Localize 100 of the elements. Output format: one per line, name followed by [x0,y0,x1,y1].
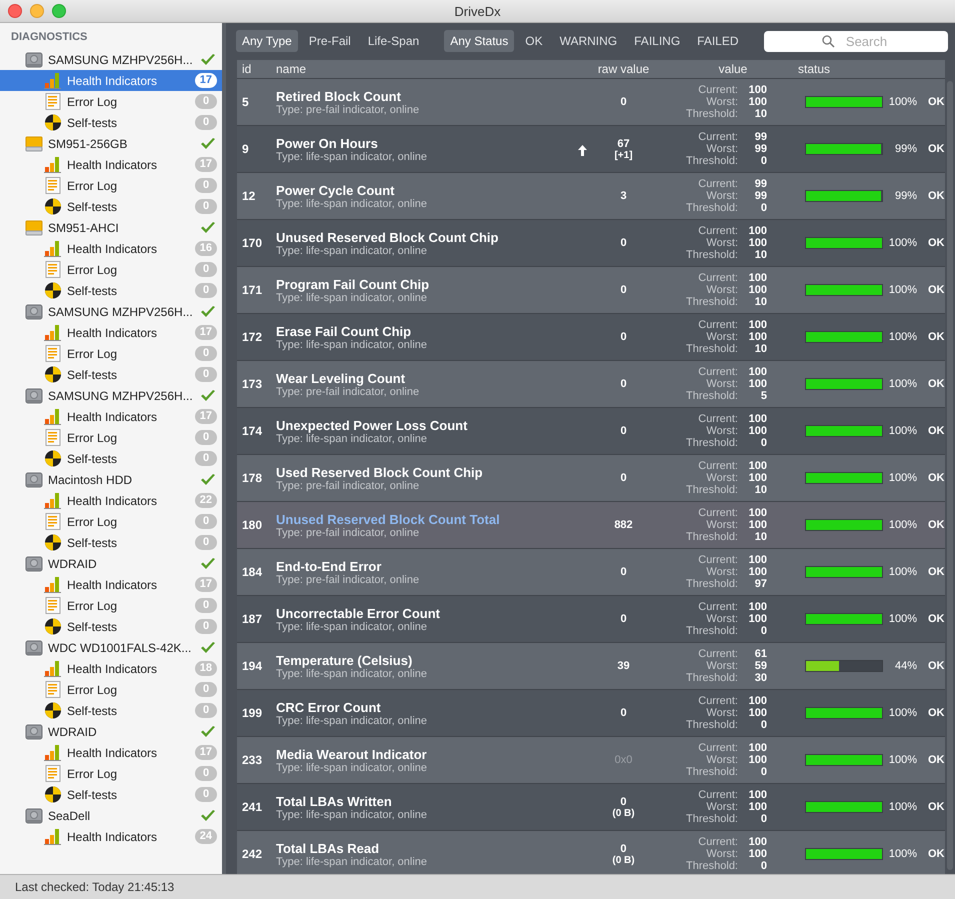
attribute-name: Total LBAs Written [276,794,393,808]
status-text: OK [928,519,944,531]
table-row[interactable]: 170 Unused Reserved Block Count Chip Type: life-span indicator, online 0 Current: 100 Worst: 100 Threshold: 10 100% OK [237,219,945,266]
sidebar-item[interactable]: Self-tests 0 [0,112,222,133]
sidebar-item[interactable]: Error Log 0 [0,259,222,280]
sidebar-item[interactable]: Health Indicators 22 [0,490,222,511]
attribute-name: Media Wearout Indicator [276,746,428,762]
sidebar-item[interactable]: Health Indicators 17 [0,574,222,595]
document-icon [44,513,62,530]
document-icon [44,177,62,194]
sidebar-item[interactable]: Error Log 0 [0,91,222,112]
drive-name[interactable]: SAMSUNG MZHPV256H... [48,52,200,66]
table-row[interactable]: 199 CRC Error Count Type: life-span indicator, online 0 Current: 100 Worst: 100 Threshold: 0 100% OK [237,689,945,736]
attribute-name: Wear Leveling Count [276,370,406,386]
sidebar-item[interactable]: Self-tests 0 [0,364,222,385]
table-row[interactable]: 241 Total LBAs Written Type: life-span indicator, online 0 (0 B) Current: 100 Worst: 100 Threshold: 0 100% OK [237,783,945,830]
document-icon [44,345,62,362]
column-header[interactable]: status [794,62,945,76]
zoom-button[interactable] [52,4,66,18]
value-number: 61 [754,648,767,660]
status-text: OK [928,707,944,719]
sidebar-item[interactable]: Health Indicators 18 [0,658,222,679]
sidebar-item[interactable]: Health Indicators 17 [0,322,222,343]
sidebar-item[interactable]: Self-tests 0 [0,616,222,637]
sidebar-item[interactable]: Health Indicators 16 [0,238,222,259]
raw-value: 3 [620,190,627,202]
attribute-name: Unused Reserved Block Count Chip [276,230,500,244]
sidebar-item[interactable]: Health Indicators 17 [0,742,222,763]
search-field[interactable]: Search [764,30,948,52]
test-target-icon [44,534,62,551]
value-number: 100 [748,425,767,437]
table-row[interactable]: 5 Retired Block Count Type: pre-fail indicator, online 0 Current: 100 Worst: 100 Threshold: 10 100% OK [237,78,945,125]
drive-name[interactable]: SM951-AHCI [48,220,200,234]
document-icon [44,681,62,698]
sidebar-item[interactable]: Error Log 0 [0,343,222,364]
attribute-type: Type: life-span indicator, online [276,244,428,256]
column-header[interactable]: name [270,62,575,76]
value-number: 10 [754,343,767,355]
value-number: 100 [748,801,767,813]
sidebar-item[interactable]: Error Log 0 [0,427,222,448]
table-row[interactable]: 9 Power On Hours Type: life-span indicator, online 67 [+1] Current: 99 Worst: 99 Threshold: 0 99% OK [237,125,945,172]
bar-chart-icon [44,156,62,173]
count-badge: 0 [195,262,217,277]
table-row[interactable]: 173 Wear Leveling Count Type: pre-fail indicator, online 0 Current: 100 Worst: 100 Threshold: 5 100% OK [237,360,945,407]
count-badge: 17 [194,577,217,592]
attribute-id: 199 [241,706,264,720]
value-label: Current: [697,225,738,237]
sidebar-item[interactable]: Error Log 0 [0,595,222,616]
table-row[interactable]: 187 Uncorrectable Error Count Type: life-span indicator, online 0 Current: 100 Worst: 100 Threshold: 0 100% OK [237,595,945,642]
count-badge: 0 [195,430,217,445]
sidebar-item[interactable]: Self-tests 0 [0,532,222,553]
drive-name[interactable]: WDRAID [48,724,200,738]
value-number: 0 [760,437,767,449]
sidebar-item[interactable]: Health Indicators 24 [0,826,222,847]
table-row[interactable]: 172 Erase Fail Count Chip Type: life-span indicator, online 0 Current: 100 Worst: 100 Threshold: 10 100% OK [237,313,945,360]
drive-name[interactable]: Macintosh HDD [48,472,200,486]
count-badge: 0 [195,619,217,634]
close-button[interactable] [8,4,22,18]
drive-name[interactable]: SAMSUNG MZHPV256H... [48,388,200,402]
sidebar-item[interactable]: Health Indicators 17 [0,406,222,427]
drive-name[interactable]: WDRAID [48,556,200,570]
status-filter-button[interactable]: FAILED [691,30,745,52]
sidebar-item[interactable]: Health Indicators 17 [0,154,222,175]
drive-name[interactable]: WDC WD1001FALS-42K... [48,640,200,654]
sidebar-item[interactable]: Self-tests 0 [0,448,222,469]
table-row[interactable]: 12 Power Cycle Count Type: life-span indicator, online 3 Current: 99 Worst: 99 Threshold: 0 99% OK [237,172,945,219]
attribute-id: 174 [241,424,264,438]
sidebar-item[interactable]: Self-tests 0 [0,280,222,301]
sidebar-item[interactable]: Error Log 0 [0,679,222,700]
table-row[interactable]: 233 Media Wearout Indicator Type: life-span indicator, online 0x0 Current: 100 Worst: 100 Threshold: 0 100% OK [237,736,945,783]
sidebar-item[interactable]: Error Log 0 [0,511,222,532]
sidebar-item[interactable]: Error Log 0 [0,763,222,784]
sidebar-item[interactable]: Self-tests 0 [0,196,222,217]
value-label: Threshold: [685,155,738,167]
type-filter-button[interactable]: Any Type [236,30,298,52]
sidebar-item[interactable]: Error Log 0 [0,175,222,196]
table-row[interactable]: 194 Temperature (Celsius) Type: life-span indicator, online 39 Current: 61 Worst: 59 Threshold: 30 44% OK [237,642,945,689]
sidebar-item[interactable]: Health Indicators 17 [0,70,222,91]
table-row[interactable]: 242 Total LBAs Read Type: life-span indicator, online 0 (0 B) Current: 100 Worst: 100 Threshold: 0 100% OK [237,830,945,874]
table-row[interactable]: 178 Used Reserved Block Count Chip Type: pre-fail indicator, online 0 Current: 100 Worst: 100 Threshold: 10 100% OK [237,454,945,501]
sidebar-item[interactable]: Self-tests 0 [0,784,222,805]
table-row[interactable]: 184 End-to-End Error Type: pre-fail indicator, online 0 Current: 100 Worst: 100 Threshold: 97 100% OK [237,548,945,595]
status-filter-button[interactable]: FAILING [628,30,686,52]
type-filter-button[interactable]: Pre-Fail [302,30,357,52]
table-row[interactable]: 174 Unexpected Power Loss Count Type: life-span indicator, online 0 Current: 100 Worst: 100 Threshold: 0 100% OK [237,407,945,454]
table-row[interactable]: 171 Program Fail Count Chip Type: life-span indicator, online 0 Current: 100 Worst: 100 Threshold: 10 100% OK [237,266,945,313]
column-header[interactable]: id [237,62,270,76]
status-filter-button[interactable]: Any Status [444,30,514,52]
type-filter-button[interactable]: Life-Span [362,30,426,52]
drive-name[interactable]: SAMSUNG MZHPV256H... [48,304,200,318]
status-filter-button[interactable]: WARNING [554,30,624,52]
table-row[interactable]: 180 Unused Reserved Block Count Total Type: pre-fail indicator, online 882 Current: 100 Worst: 100 Threshold: 10 100% OK [237,501,945,548]
drive-name[interactable]: SM951-256GB [48,136,200,150]
minimize-button[interactable] [30,4,44,18]
column-header[interactable]: raw value [575,62,672,76]
status-filter-button[interactable]: OK [519,30,549,52]
drive-name[interactable]: SeaDell [48,808,200,822]
sidebar-item[interactable]: Self-tests 0 [0,700,222,721]
column-header[interactable]: value [672,62,794,76]
value-label: Worst: [705,472,738,484]
